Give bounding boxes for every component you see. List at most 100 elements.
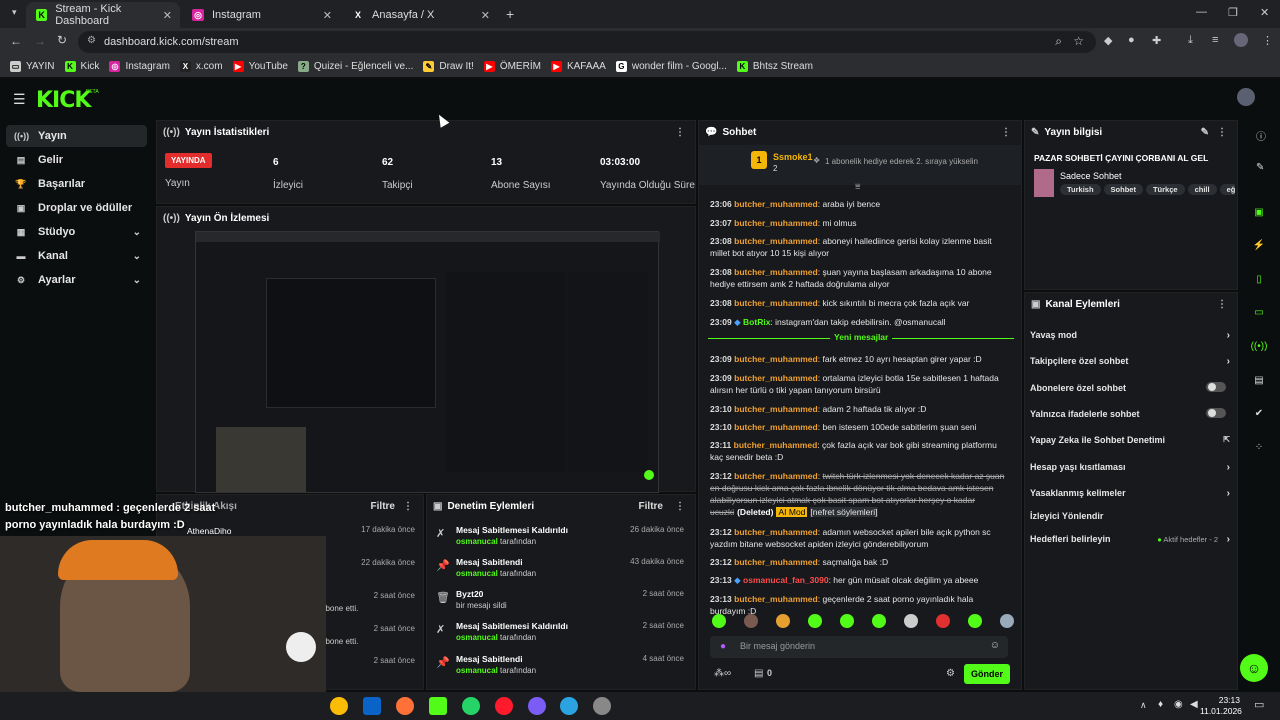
bookmark-item[interactable]: Xx.com (179, 61, 223, 72)
chat-message[interactable]: 23:12 butcher_muhammed: saçmalığa bak :D (710, 556, 1010, 568)
slow-mode-row[interactable]: Yavaş mod › (1030, 330, 1230, 341)
followers-only-row[interactable]: Takipçilere özel sohbet › (1030, 356, 1230, 367)
hamburger-menu-icon[interactable]: ☰ (13, 91, 26, 108)
tab-instagram[interactable]: ◎ Instagram ✕ (182, 2, 340, 28)
account-age-row[interactable]: Hesap yaşı kısıtlaması › (1030, 462, 1230, 473)
extension-icon[interactable]: ◆ (1104, 34, 1112, 47)
message-username[interactable]: butcher_muhammed (734, 557, 818, 567)
chat-settings-icon[interactable]: ⚙ (946, 668, 955, 679)
kick-app-icon[interactable] (429, 697, 447, 715)
message-username[interactable]: BotRix (743, 317, 770, 327)
chat-message[interactable]: 23:09 butcher_muhammed: ortalama izleyic… (710, 372, 1010, 396)
chest-icon[interactable]: ▤ (754, 668, 763, 679)
more-options-icon[interactable]: ⋮ (675, 501, 685, 512)
bookmark-star-icon[interactable]: ☆ (1073, 34, 1084, 48)
emote-icon[interactable] (744, 614, 758, 628)
microphone-icon[interactable]: ♦ (1158, 699, 1163, 710)
sidebar-item-kanal[interactable]: ▬ Kanal ⌄ (6, 245, 147, 267)
tag[interactable]: Türkçe (1145, 184, 1185, 195)
media-icon[interactable]: ≡ (1212, 34, 1218, 46)
chat-message[interactable]: 23:07 butcher_muhammed: mi olmus (710, 217, 1010, 229)
emote-icon[interactable] (1000, 614, 1014, 628)
document-icon[interactable]: ▯ (1246, 269, 1272, 289)
chat-input[interactable]: ● Bir mesaj gönderin ☺ (710, 636, 1008, 658)
bookmark-item[interactable]: Gwonder film - Googl... (615, 61, 727, 72)
message-username[interactable]: butcher_muhammed (734, 527, 818, 537)
site-info-icon[interactable]: ⚙ (87, 35, 96, 46)
collapse-icon[interactable]: ⩸ (855, 181, 860, 192)
sidebar-item-yayin[interactable]: ((•)) Yayın (6, 125, 147, 147)
chat-message[interactable]: 23:10 butcher_muhammed: ben istesem 100e… (710, 421, 1010, 433)
telegram-icon[interactable] (560, 697, 578, 715)
filter-button[interactable]: Filtre (371, 501, 395, 512)
message-username[interactable]: butcher_muhammed (734, 422, 818, 432)
sidebar-item-droplar[interactable]: ▣ Droplar ve ödüller (6, 197, 147, 219)
sidebar-item-studyo[interactable]: ▦ Stüdyo ⌄ (6, 221, 147, 243)
sidebar-item-gelir[interactable]: ▤ Gelir (6, 149, 147, 171)
emote-icon[interactable] (776, 614, 790, 628)
stream-preview-video[interactable] (195, 231, 660, 493)
emote-icon[interactable] (872, 614, 886, 628)
lightning-icon[interactable]: ⚡ (1246, 235, 1272, 255)
tab-x[interactable]: X Anasayfa / X ✕ (342, 2, 498, 28)
message-username[interactable]: butcher_muhammed (734, 267, 818, 277)
restore-icon[interactable]: ❐ (1228, 6, 1238, 19)
kick-logo[interactable]: KICK (36, 88, 91, 113)
chat-message[interactable]: 23:09 butcher_muhammed: fark etmez 10 ay… (710, 353, 1010, 365)
tag[interactable]: chill (1187, 184, 1217, 195)
bookmark-item[interactable]: K Kick (64, 61, 99, 72)
chat-message[interactable]: 23:12 butcher_muhammed: adamın websocket… (710, 526, 1010, 550)
send-button[interactable]: Gönder (964, 664, 1010, 684)
broadcast-icon[interactable]: ((•)) (1246, 336, 1272, 356)
close-icon[interactable]: ✕ (323, 9, 332, 22)
message-username[interactable]: butcher_muhammed (734, 298, 818, 308)
extension-icon[interactable]: ● (1128, 34, 1135, 46)
emote-icon[interactable] (904, 614, 918, 628)
profile-avatar[interactable] (1234, 33, 1248, 47)
message-username[interactable]: butcher_muhammed (734, 471, 818, 481)
bookmark-item[interactable]: ▶ ÖMERİM (483, 61, 541, 72)
wifi-icon[interactable]: ◉ (1174, 699, 1183, 710)
microphone-icon[interactable]: ● (720, 641, 726, 652)
message-username[interactable]: butcher_muhammed (734, 404, 818, 414)
edit-icon[interactable]: ✎ (1201, 127, 1209, 138)
back-icon[interactable]: ← (10, 34, 22, 48)
more-options-icon[interactable]: ⋮ (1217, 299, 1227, 310)
close-icon[interactable]: ✕ (481, 9, 490, 22)
tag[interactable]: eğlen (1219, 184, 1235, 195)
speaker-icon[interactable]: ◀ (1190, 699, 1198, 710)
chat-message[interactable]: 23:12 butcher_muhammed: twitch türk izle… (710, 470, 1010, 518)
message-username[interactable]: butcher_muhammed (734, 354, 818, 364)
emote-icon[interactable] (808, 614, 822, 628)
new-tab-icon[interactable]: + (506, 6, 514, 22)
more-options-icon[interactable]: ⋮ (1217, 127, 1227, 138)
shield-icon[interactable]: ▤ (1246, 370, 1272, 390)
users-icon[interactable]: ⁘ (1246, 437, 1272, 457)
message-username[interactable]: butcher_muhammed (734, 594, 818, 604)
bookmark-item[interactable]: ✎ Draw It! (423, 61, 474, 72)
message-username[interactable]: butcher_muhammed (734, 440, 818, 450)
message-username[interactable]: butcher_muhammed (734, 373, 818, 383)
bookmark-item[interactable]: ? Quizei - Eğlenceli ve... (297, 61, 413, 72)
discord-icon[interactable] (528, 697, 546, 715)
opera-icon[interactable] (495, 697, 513, 715)
minimize-icon[interactable]: — (1196, 6, 1207, 18)
points-icon[interactable]: ⁂∞ (714, 668, 731, 679)
menu-icon[interactable]: ⋮ (1262, 34, 1273, 47)
message-username[interactable]: osmanucal_fan_3090 (743, 575, 829, 585)
message-username[interactable]: butcher_muhammed (734, 236, 818, 246)
fullscreen-icon[interactable]: ▣ (1246, 202, 1272, 222)
help-chat-button[interactable]: ☺ (1240, 654, 1268, 682)
goals-row[interactable]: Hedefleri belirleyin ● Aktif hedefler - 2… (1030, 534, 1230, 545)
bookmark-item[interactable]: ▭ YAYIN (10, 61, 55, 72)
reload-icon[interactable]: ↻ (57, 33, 67, 47)
system-clock[interactable]: 23:13 11.01.2026 (1200, 695, 1242, 717)
chat-icon[interactable]: ▭ (1246, 302, 1272, 322)
bookmark-item[interactable]: ▶ KAFAAA (550, 61, 606, 72)
emote-icon[interactable] (712, 614, 726, 628)
sidebar-item-basarilar[interactable]: 🏆 Başarılar (6, 173, 147, 195)
whatsapp-icon[interactable] (462, 697, 480, 715)
chat-message[interactable]: 23:11 butcher_muhammed: çok fazla açık v… (710, 439, 1010, 463)
chat-message[interactable]: 23:08 butcher_muhammed: şuan yayına başl… (710, 266, 1010, 290)
more-options-icon[interactable]: ⋮ (403, 501, 413, 512)
